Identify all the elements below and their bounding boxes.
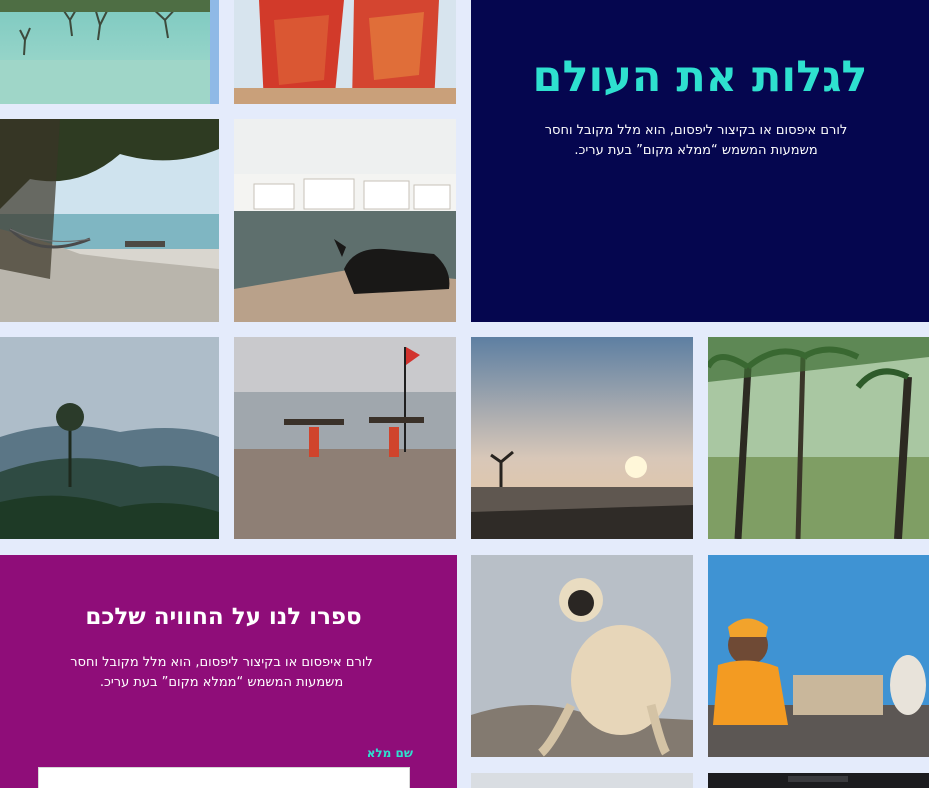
- dark-photo-partial[interactable]: [708, 773, 929, 788]
- mangrove-photo[interactable]: [0, 0, 219, 104]
- hero-text: לורם איפסום או בקיצור ליפסום, הוא מלל מק…: [544, 123, 848, 158]
- contact-text: לורם איפסום או בקיצור ליפסום, הוא מלל מק…: [70, 655, 373, 690]
- hero-panel: לגלות את העולם לורם איפסום או בקיצור ליפ…: [471, 0, 929, 322]
- monkey-photo[interactable]: [471, 555, 693, 757]
- sky-photo-partial[interactable]: [471, 773, 693, 788]
- hills-photo[interactable]: [0, 337, 219, 539]
- contact-title: ספרו לנו על החוויה שלכם: [85, 604, 362, 630]
- sadhu-photo[interactable]: [708, 555, 929, 757]
- contact-panel: ספרו לנו על החוויה שלכם לורם איפסום או ב…: [0, 555, 457, 788]
- cow-photo[interactable]: [234, 119, 456, 322]
- full-name-input[interactable]: [38, 767, 410, 788]
- full-name-label: שם מלא: [366, 746, 413, 760]
- saris-photo[interactable]: [234, 0, 456, 104]
- beach-photo[interactable]: [234, 337, 456, 539]
- palm-photo[interactable]: [708, 337, 929, 539]
- page: לגלות את העולם לורם איפסום או בקיצור ליפ…: [0, 0, 929, 788]
- sunset-photo[interactable]: [471, 337, 693, 539]
- hero-title: לגלות את העולם: [532, 52, 868, 102]
- hammock-photo[interactable]: [0, 119, 219, 322]
